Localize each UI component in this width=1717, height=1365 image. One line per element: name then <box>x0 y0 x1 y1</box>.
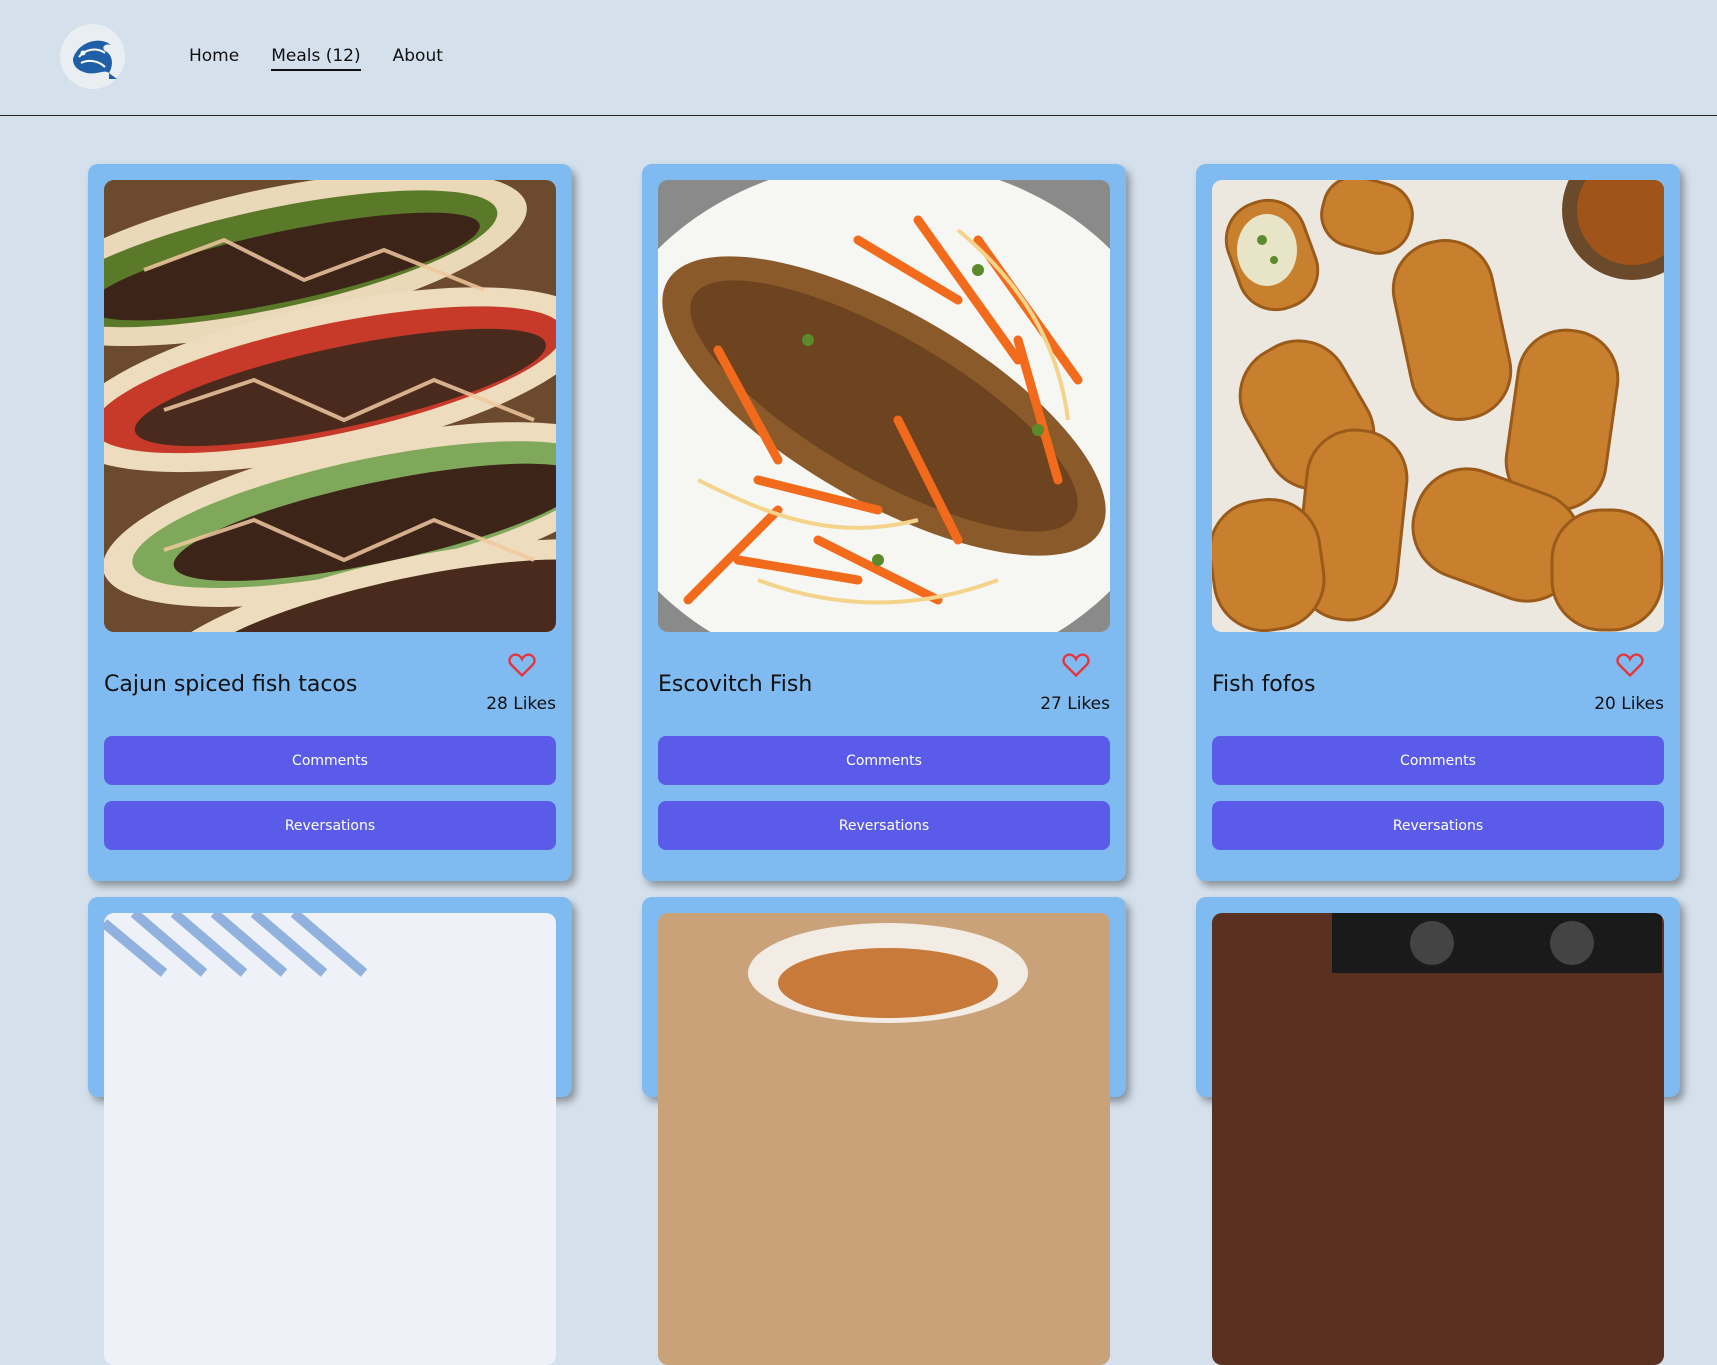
comments-button[interactable]: Comments <box>104 736 556 785</box>
nav-home[interactable]: Home <box>189 45 239 71</box>
meal-info: Escovitch Fish 27 Likes <box>658 632 1110 736</box>
meals-grid: Cajun spiced fish tacos 28 Likes Comment… <box>88 164 1680 1365</box>
heart-icon[interactable] <box>1062 652 1090 678</box>
meal-image-escovitch <box>658 180 1110 632</box>
meal-image <box>658 913 1110 1365</box>
meal-card: Cajun spiced fish tacos 28 Likes Comment… <box>88 164 572 881</box>
meal-card: Escovitch Fish 27 Likes Comments Reversa… <box>642 164 1126 881</box>
nav-about[interactable]: About <box>393 45 443 71</box>
comments-button[interactable]: Comments <box>658 736 1110 785</box>
like-count: 28 Likes <box>486 694 556 714</box>
meal-card <box>1196 897 1680 1365</box>
meal-image-fofos <box>1212 180 1664 632</box>
meal-card <box>88 897 572 1365</box>
meal-image <box>104 913 556 1365</box>
site-header: Home Meals (12) About <box>0 0 1717 116</box>
like-count: 27 Likes <box>1040 694 1110 714</box>
main-nav: Home Meals (12) About <box>189 45 443 71</box>
meal-info: Cajun spiced fish tacos 28 Likes <box>104 632 556 736</box>
nav-meals[interactable]: Meals (12) <box>271 45 361 71</box>
fish-logo-icon[interactable] <box>60 24 125 89</box>
meal-title: Escovitch Fish <box>658 672 813 697</box>
meal-image-tacos <box>104 180 556 632</box>
reservations-button[interactable]: Reversations <box>104 801 556 850</box>
meal-card: Fish fofos 20 Likes Comments Reversation… <box>1196 164 1680 881</box>
meal-image <box>1212 913 1664 1365</box>
heart-icon[interactable] <box>1616 652 1644 678</box>
meal-card <box>642 897 1126 1365</box>
heart-icon[interactable] <box>508 652 536 678</box>
reservations-button[interactable]: Reversations <box>658 801 1110 850</box>
reservations-button[interactable]: Reversations <box>1212 801 1664 850</box>
meal-title: Fish fofos <box>1212 672 1316 697</box>
like-count: 20 Likes <box>1594 694 1664 714</box>
meal-info: Fish fofos 20 Likes <box>1212 632 1664 736</box>
comments-button[interactable]: Comments <box>1212 736 1664 785</box>
meal-title: Cajun spiced fish tacos <box>104 672 358 697</box>
